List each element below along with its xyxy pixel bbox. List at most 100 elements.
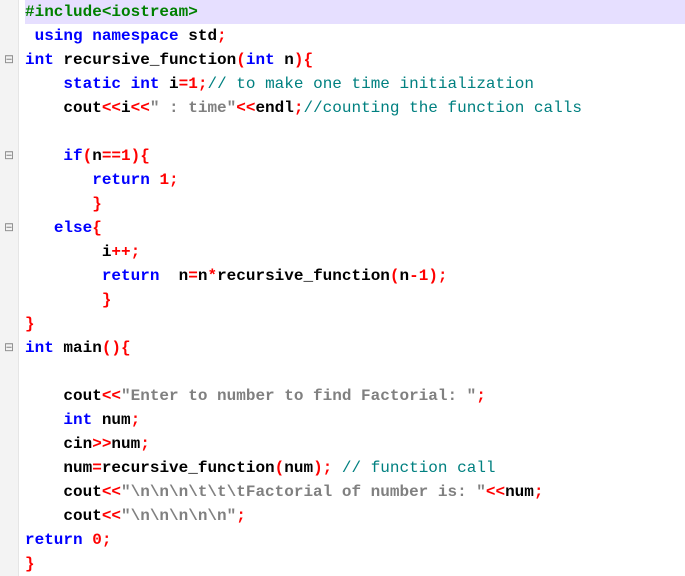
token-preproc: #include<iostream>	[25, 3, 198, 21]
token-kw: if	[63, 147, 82, 165]
token-plain: num	[25, 459, 92, 477]
token-plain	[150, 171, 160, 189]
token-plain	[121, 75, 131, 93]
token-plain: n	[92, 147, 102, 165]
gutter-cell	[0, 528, 18, 552]
gutter-cell	[0, 384, 18, 408]
gutter-cell	[0, 456, 18, 480]
code-line: }	[25, 288, 685, 312]
token-op: >>	[92, 435, 111, 453]
token-plain	[83, 531, 93, 549]
token-op: {	[92, 219, 102, 237]
code-line: return 1;	[25, 168, 685, 192]
token-plain	[25, 411, 63, 429]
token-op: =	[92, 459, 102, 477]
code-area: #include<iostream> using namespace std;i…	[19, 0, 685, 576]
fold-toggle-icon[interactable]: ⊟	[0, 336, 18, 360]
token-op: ;	[169, 171, 179, 189]
token-op: =	[188, 267, 198, 285]
token-op: }	[25, 555, 35, 573]
token-num: 1	[159, 171, 169, 189]
code-line: cout<<"\n\n\n\t\t\tFactorial of number i…	[25, 480, 685, 504]
token-op: (){	[102, 339, 131, 357]
token-plain: cout	[25, 483, 102, 501]
token-plain: cout	[25, 507, 102, 525]
token-plain	[25, 219, 54, 237]
code-line: int num;	[25, 408, 685, 432]
token-plain: cout	[25, 99, 102, 117]
token-plain: i	[121, 99, 131, 117]
token-plain: n	[400, 267, 410, 285]
token-kw: static	[63, 75, 121, 93]
token-cmt: //counting the function calls	[303, 99, 581, 117]
gutter-cell	[0, 120, 18, 144]
token-op: <<	[486, 483, 505, 501]
token-op: <<	[131, 99, 150, 117]
token-plain: recursive_function	[217, 267, 390, 285]
token-op: (	[275, 459, 285, 477]
code-line: else{	[25, 216, 685, 240]
code-line: int main(){	[25, 336, 685, 360]
token-op: *	[207, 267, 217, 285]
token-plain: num	[505, 483, 534, 501]
token-plain	[83, 27, 93, 45]
token-plain	[25, 123, 35, 141]
gutter-cell	[0, 168, 18, 192]
token-kw: int	[246, 51, 275, 69]
token-plain: cin	[25, 435, 92, 453]
token-num: 1	[419, 267, 429, 285]
token-op: );	[428, 267, 447, 285]
token-str: " : time"	[150, 99, 236, 117]
fold-toggle-icon[interactable]: ⊟	[0, 216, 18, 240]
code-line	[25, 360, 685, 384]
fold-toggle-icon[interactable]: ⊟	[0, 48, 18, 72]
token-kw: int	[25, 339, 54, 357]
token-cmt: // function call	[342, 459, 496, 477]
token-str: "Enter to number to find Factorial: "	[121, 387, 476, 405]
token-plain: num	[284, 459, 313, 477]
gutter-cell	[0, 0, 18, 24]
gutter-cell	[0, 408, 18, 432]
token-plain: main	[54, 339, 102, 357]
code-editor: ⊟ ⊟ ⊟ ⊟ #include<iostream> using namespace …	[0, 0, 685, 576]
token-num: 1	[121, 147, 131, 165]
code-line: }	[25, 552, 685, 576]
gutter-cell	[0, 504, 18, 528]
token-op: (	[83, 147, 93, 165]
token-op: ;	[140, 435, 150, 453]
token-op: (	[390, 267, 400, 285]
token-op: ==	[102, 147, 121, 165]
code-line: cout<<"\n\n\n\n\n";	[25, 504, 685, 528]
token-op: (	[236, 51, 246, 69]
token-op: <<	[102, 387, 121, 405]
token-kw: int	[63, 411, 92, 429]
token-op: =	[179, 75, 189, 93]
fold-gutter: ⊟ ⊟ ⊟ ⊟	[0, 0, 19, 576]
token-plain: i	[25, 243, 111, 261]
token-op: <<	[236, 99, 255, 117]
token-op: ){	[131, 147, 150, 165]
token-op: ;	[217, 27, 227, 45]
gutter-cell	[0, 96, 18, 120]
token-plain	[25, 363, 35, 381]
token-op: ++;	[111, 243, 140, 261]
fold-toggle-icon[interactable]: ⊟	[0, 144, 18, 168]
token-op: }	[25, 315, 35, 333]
code-line: using namespace std;	[25, 24, 685, 48]
gutter-cell	[0, 312, 18, 336]
token-kw: return	[92, 171, 150, 189]
token-cmt: // to make one time initialization	[207, 75, 533, 93]
token-op: ;	[534, 483, 544, 501]
code-line: }	[25, 192, 685, 216]
token-plain	[25, 75, 63, 93]
gutter-cell	[0, 480, 18, 504]
token-plain: recursive_function	[54, 51, 236, 69]
token-op: ){	[294, 51, 313, 69]
token-plain	[25, 291, 102, 309]
code-line: #include<iostream>	[25, 0, 685, 24]
code-line: int recursive_function(int n){	[25, 48, 685, 72]
token-plain	[25, 147, 63, 165]
code-line: cout<<i<<" : time"<<endl;//counting the …	[25, 96, 685, 120]
token-op: <<	[102, 99, 121, 117]
token-op: }	[92, 195, 102, 213]
